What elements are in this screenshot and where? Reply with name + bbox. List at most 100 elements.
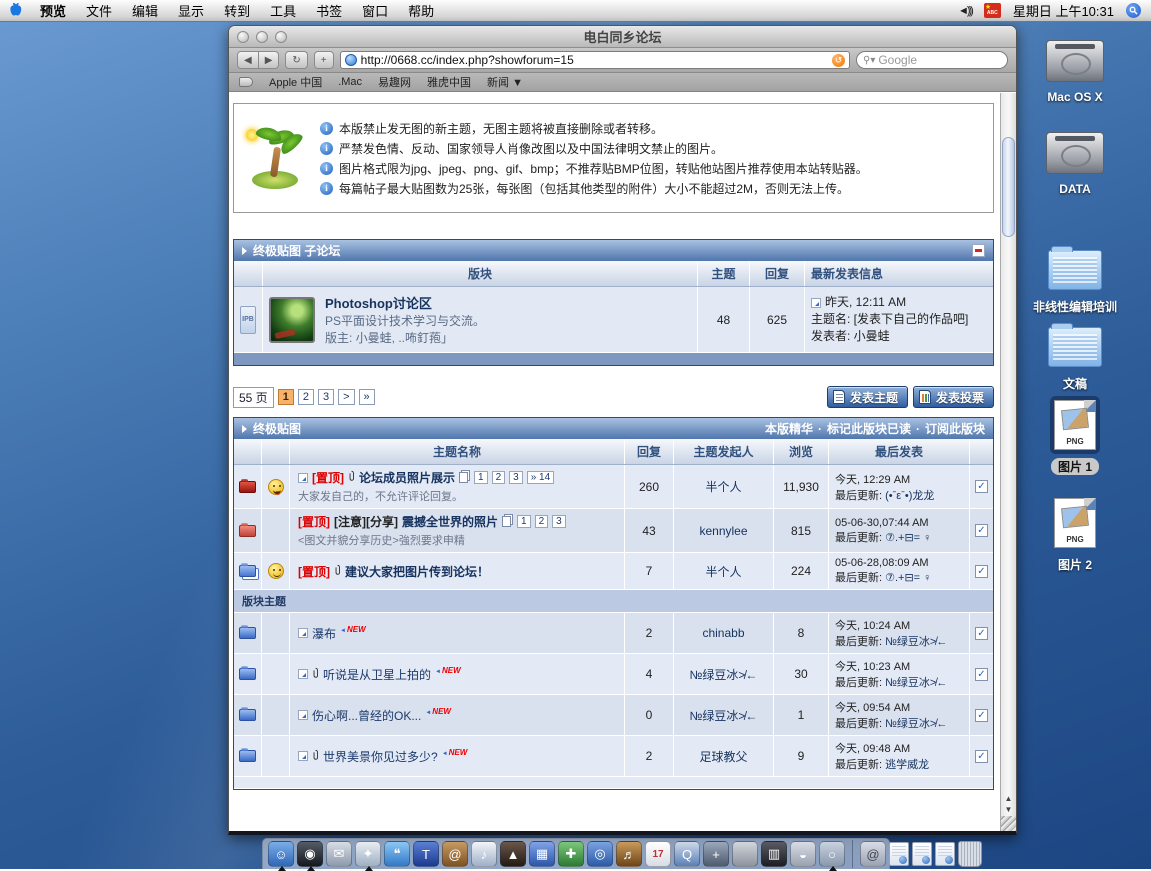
- desktop-icon-1[interactable]: DATA: [1020, 128, 1130, 196]
- last-page-button[interactable]: »: [359, 389, 375, 405]
- page-button-2[interactable]: 2: [298, 389, 314, 405]
- topic-page-link[interactable]: 1: [474, 471, 488, 484]
- webloc-dock-icon[interactable]: @: [860, 841, 886, 867]
- desktop-icon-0[interactable]: Mac OS X: [1020, 36, 1130, 104]
- last-post-topic[interactable]: 主题名: [发表下自己的作品吧]: [811, 311, 968, 328]
- ichat-dock-icon[interactable]: ❝: [384, 841, 410, 867]
- topic-page-link[interactable]: 2: [492, 471, 506, 484]
- text-app-dock-icon[interactable]: T: [413, 841, 439, 867]
- last-updater-link[interactable]: 逃学威龙: [885, 759, 929, 771]
- menu-item-2[interactable]: 编辑: [122, 0, 168, 22]
- telescope-app-dock-icon[interactable]: +: [703, 841, 729, 867]
- last-updater-link[interactable]: ⑦.+⊟= ♀: [885, 572, 931, 584]
- bookmark-item-4[interactable]: 新闻 ▼: [487, 74, 523, 90]
- topic-link[interactable]: 听说是从卫星上拍的: [323, 666, 431, 683]
- last-updater-link[interactable]: (•ˉεˉ•)龙龙: [885, 490, 934, 502]
- new-topic-button[interactable]: 发表主题: [827, 386, 908, 408]
- apple-menu-icon[interactable]: [0, 2, 30, 20]
- reload-button[interactable]: ↻: [285, 51, 307, 69]
- go-to-last-post-icon[interactable]: [811, 298, 821, 308]
- board-header-link-2[interactable]: 订阅此版块: [925, 422, 985, 436]
- minimized-window-0[interactable]: [889, 842, 909, 866]
- forward-button[interactable]: ▶: [259, 51, 280, 69]
- menu-item-6[interactable]: 书签: [306, 0, 352, 22]
- page-button-1[interactable]: 1: [278, 389, 294, 405]
- address-book-dock-icon[interactable]: @: [442, 841, 468, 867]
- ical-dock-icon[interactable]: 17: [645, 841, 671, 867]
- dashboard-dock-icon[interactable]: ◉: [297, 841, 323, 867]
- bookmark-item-1[interactable]: .Mac: [338, 76, 362, 88]
- scrollbar-thumb[interactable]: [1002, 137, 1015, 237]
- minimize-button[interactable]: [256, 31, 268, 43]
- mail-dock-icon[interactable]: ✉: [326, 841, 352, 867]
- desktop-icon-4[interactable]: PNG图片 1: [1020, 396, 1130, 475]
- topic-checkbox[interactable]: ✓: [975, 565, 988, 578]
- menu-item-4[interactable]: 转到: [214, 0, 260, 22]
- bookmark-item-3[interactable]: 雅虎中国: [427, 74, 471, 90]
- topic-checkbox[interactable]: ✓: [975, 480, 988, 493]
- resize-grip[interactable]: [1001, 816, 1016, 831]
- topic-link[interactable]: 瀑布: [312, 625, 336, 642]
- disc-burner-dock-icon[interactable]: ◎: [587, 841, 613, 867]
- next-page-button[interactable]: >: [338, 389, 354, 405]
- go-to-last-post-icon[interactable]: [298, 473, 308, 483]
- desktop-icon-5[interactable]: PNG图片 2: [1020, 494, 1130, 573]
- scrollbar-arrows[interactable]: ▲▼: [1001, 793, 1016, 815]
- board-header-link-1[interactable]: 标记此版块已读: [827, 422, 911, 436]
- last-updater-link[interactable]: №绿豆冰≯←: [885, 636, 947, 648]
- add-bookmark-button[interactable]: +: [314, 51, 334, 69]
- system-box-dock-icon[interactable]: [732, 841, 758, 867]
- menu-item-8[interactable]: 帮助: [398, 0, 444, 22]
- spotlight-icon[interactable]: [1126, 3, 1141, 18]
- topic-checkbox[interactable]: ✓: [975, 524, 988, 537]
- window-title-bar[interactable]: 电白同乡论坛: [229, 26, 1016, 48]
- topic-link[interactable]: 论坛成员照片展示: [359, 469, 455, 486]
- topic-link[interactable]: 震撼全世界的照片: [402, 513, 498, 530]
- search-input[interactable]: [878, 53, 1001, 67]
- safari-dock-icon[interactable]: ✦: [355, 841, 381, 867]
- quicktime-dock-icon[interactable]: Q: [674, 841, 700, 867]
- menu-item-1[interactable]: 文件: [76, 0, 122, 22]
- starter-link[interactable]: №绿豆冰≯←: [690, 666, 758, 683]
- last-post-author[interactable]: 发表者: 小曼蛙: [811, 328, 968, 345]
- imovie-clapper-dock-icon[interactable]: ▥: [761, 841, 787, 867]
- menu-item-0[interactable]: 预览: [30, 0, 76, 22]
- imovie-dock-icon[interactable]: ▦: [529, 841, 555, 867]
- preview-dock-icon[interactable]: ○: [819, 841, 845, 867]
- garageband-dock-icon[interactable]: ♬: [616, 841, 642, 867]
- go-to-last-post-icon[interactable]: [298, 710, 308, 720]
- itunes-dock-icon[interactable]: ♪: [471, 841, 497, 867]
- starter-link[interactable]: 半个人: [705, 563, 741, 580]
- forum-link[interactable]: Photoshop讨论区: [325, 293, 485, 312]
- go-to-last-post-icon[interactable]: [298, 628, 308, 638]
- close-button[interactable]: [237, 31, 249, 43]
- menu-clock[interactable]: 星期日 上午10:31: [1013, 1, 1114, 20]
- google-search-field[interactable]: ⚲▾: [856, 51, 1008, 69]
- green-app-dock-icon[interactable]: ✚: [558, 841, 584, 867]
- finder-dock-icon[interactable]: ☺: [268, 841, 294, 867]
- topic-page-link[interactable]: 1: [517, 515, 531, 528]
- bookmark-item-2[interactable]: 易趣网: [378, 74, 411, 90]
- last-updater-link[interactable]: №绿豆冰≯←: [885, 677, 947, 689]
- topic-page-link[interactable]: » 14: [527, 471, 554, 484]
- go-to-last-post-icon[interactable]: [298, 751, 308, 761]
- last-updater-link[interactable]: №绿豆冰≯←: [885, 718, 947, 730]
- back-button[interactable]: ◀: [237, 51, 259, 69]
- board-header-link-0[interactable]: 本版精华: [765, 422, 813, 436]
- address-bar[interactable]: http://0668.cc/index.php?showforum=15 ↺: [340, 51, 850, 69]
- desktop-icon-2[interactable]: 非线性编辑培训: [1020, 246, 1130, 315]
- bookmark-item-0[interactable]: Apple 中国: [269, 74, 322, 90]
- topic-checkbox[interactable]: ✓: [975, 709, 988, 722]
- topic-page-link[interactable]: 3: [509, 471, 523, 484]
- new-poll-button[interactable]: 发表投票: [913, 386, 994, 408]
- vertical-scrollbar[interactable]: ▲▼: [1000, 93, 1016, 831]
- topic-page-link[interactable]: 3: [552, 515, 566, 528]
- menu-item-7[interactable]: 窗口: [352, 0, 398, 22]
- last-updater-link[interactable]: ⑦.+⊟= ♀: [885, 532, 931, 544]
- topic-link[interactable]: 世界美景你见过多少?: [323, 748, 438, 765]
- idvd-dock-icon[interactable]: ▲: [500, 841, 526, 867]
- menu-item-5[interactable]: 工具: [260, 0, 306, 22]
- desktop-icon-3[interactable]: 文稿: [1020, 323, 1130, 392]
- topic-link[interactable]: 伤心啊...曾经的OK...: [312, 707, 421, 724]
- starter-link[interactable]: 足球教父: [699, 748, 747, 765]
